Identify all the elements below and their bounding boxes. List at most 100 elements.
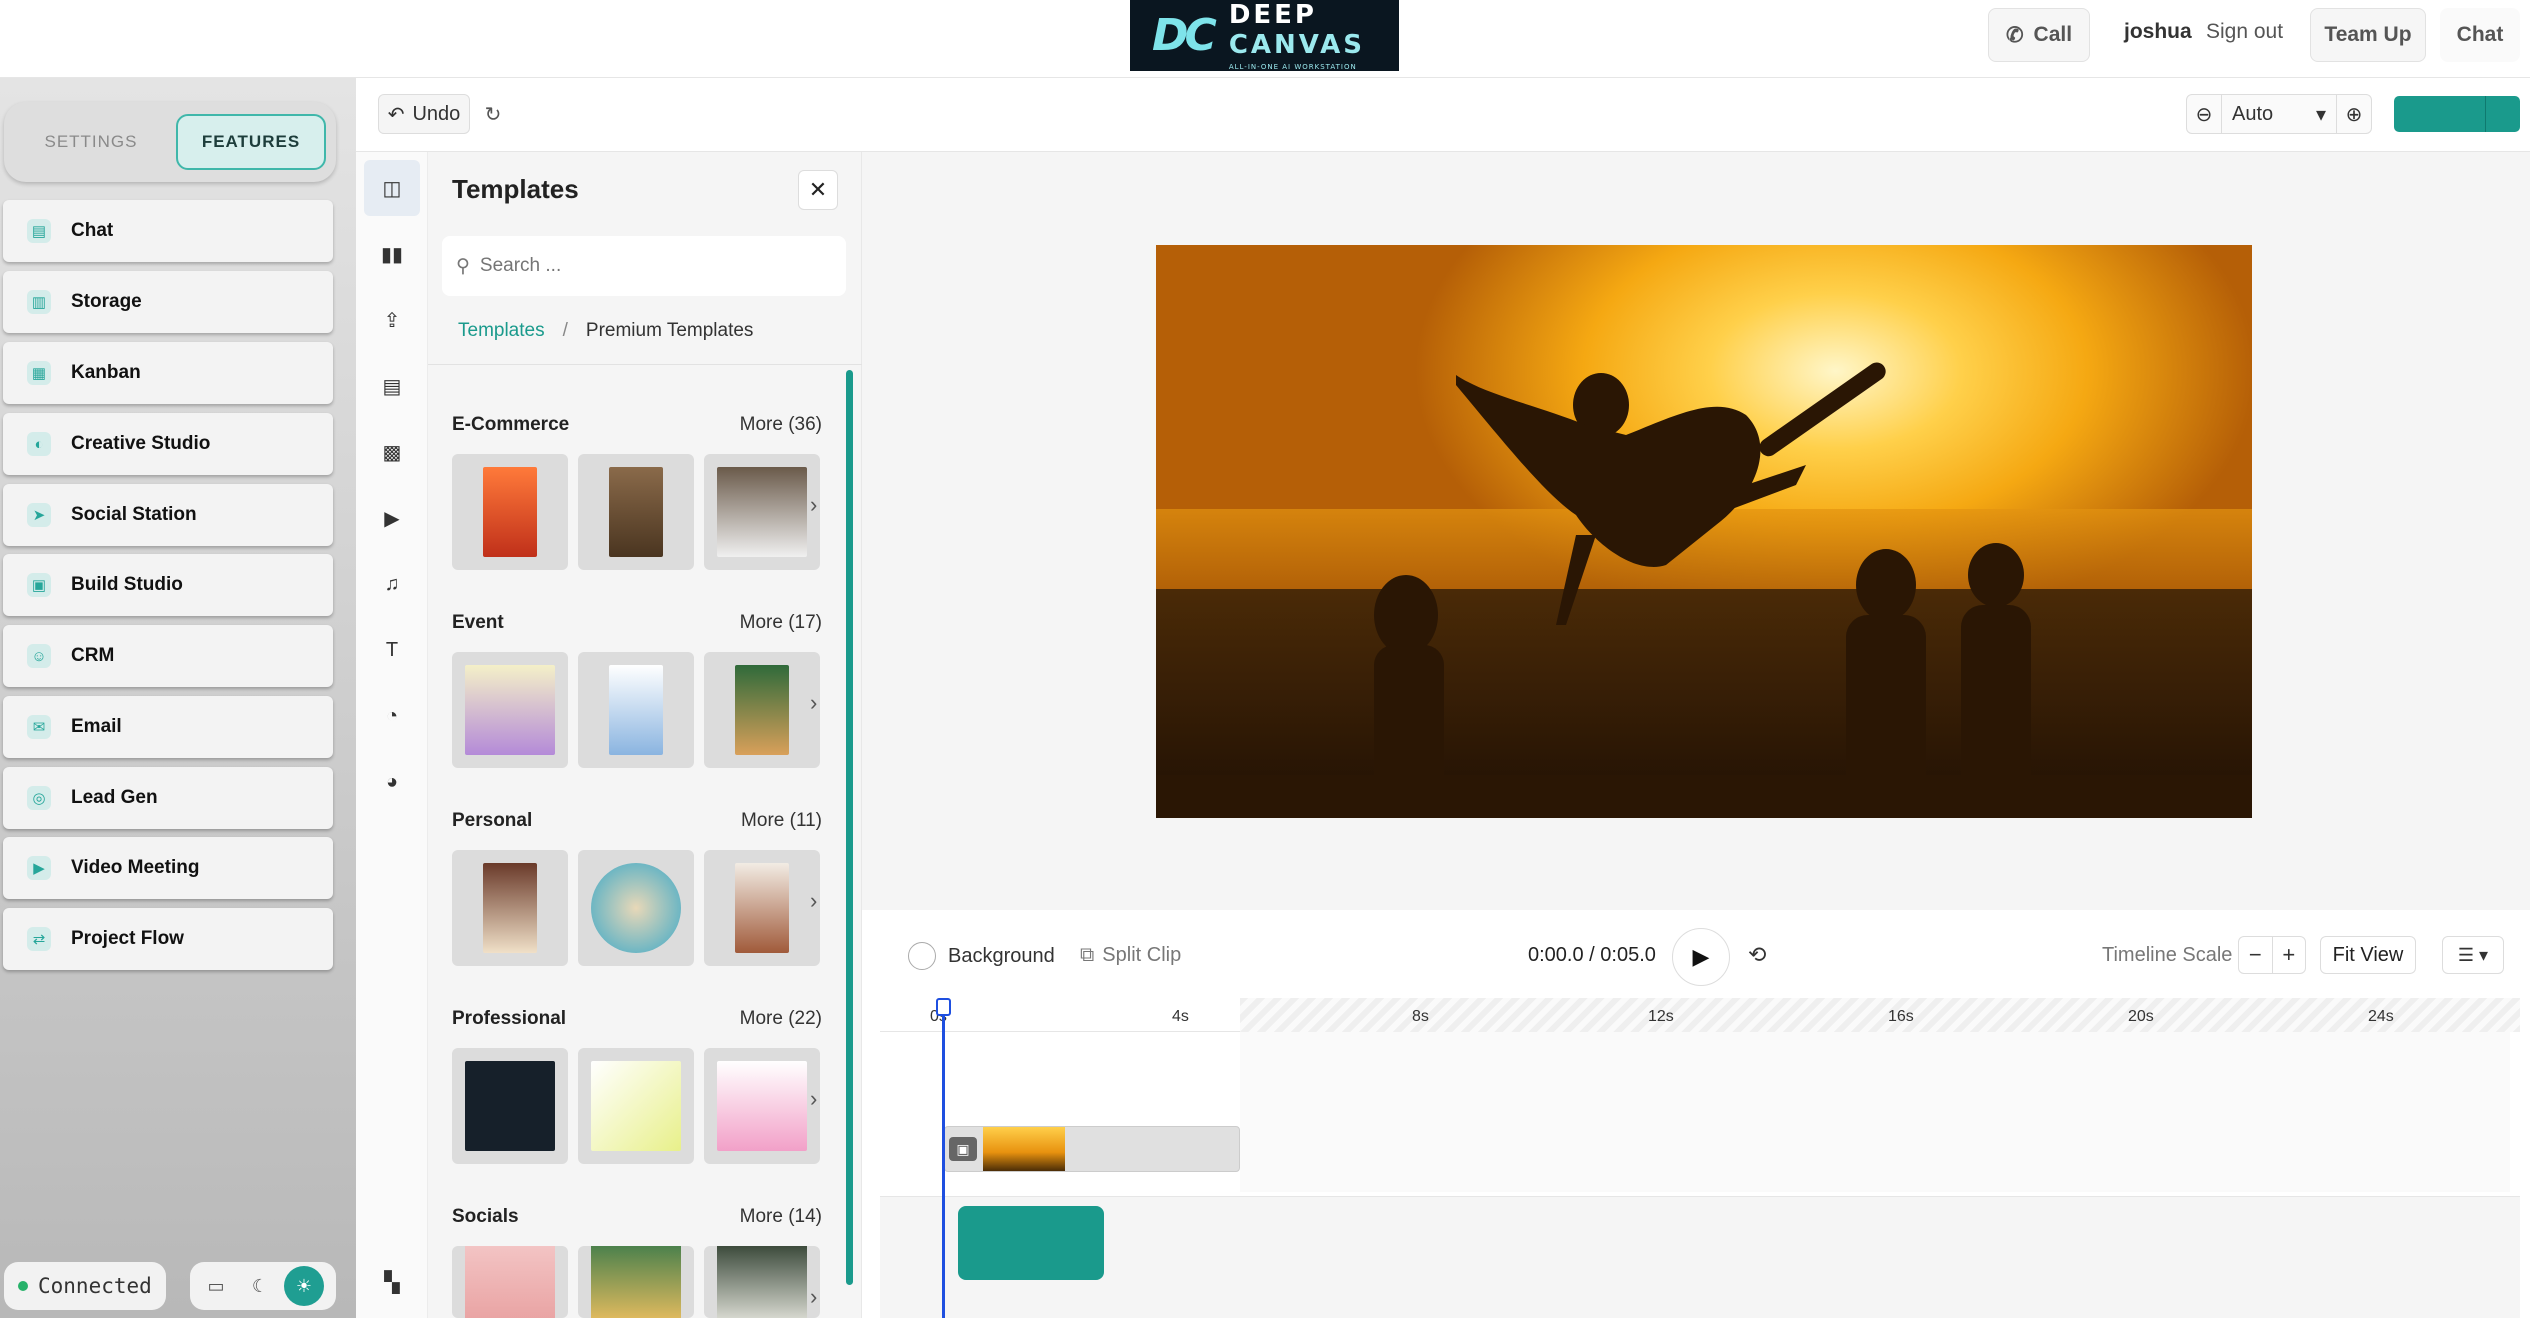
- track-menu-icon[interactable]: ☰ ▾: [2442, 936, 2504, 974]
- tab-settings[interactable]: SETTINGS: [16, 114, 166, 170]
- sun-icon[interactable]: ☀: [284, 1266, 324, 1306]
- playhead-handle[interactable]: [936, 998, 951, 1016]
- templates-panel: Templates ✕ ⚲ Templates / Premium Templa…: [428, 152, 862, 1318]
- canvas-image[interactable]: [1156, 245, 2252, 818]
- audio-clip[interactable]: [958, 1206, 1104, 1280]
- skater-silhouette: [1156, 362, 2252, 818]
- call-button[interactable]: ✆ Call: [1988, 8, 2090, 62]
- category-header: E-Commerce More (36): [452, 414, 822, 436]
- split-clip-button[interactable]: ⧉ Split Clip: [1080, 944, 1181, 967]
- sidebar-item-creative-studio[interactable]: ◐ Creative Studio: [3, 413, 333, 475]
- sidebar-item-lead-gen[interactable]: ◎ Lead Gen: [3, 767, 333, 829]
- template-thumbnail[interactable]: [452, 454, 568, 570]
- more-link[interactable]: More (11): [741, 810, 822, 832]
- background-toggle[interactable]: Background: [908, 942, 1055, 970]
- palette-icon[interactable]: ◕: [364, 754, 420, 810]
- redo-button[interactable]: ↻: [476, 96, 510, 132]
- template-thumbnail[interactable]: [704, 1048, 820, 1164]
- video-icon: ▶: [27, 856, 51, 880]
- breadcrumb-templates[interactable]: Templates: [458, 320, 545, 342]
- users-icon: ☺: [27, 644, 51, 668]
- sidebar-item-video-meeting[interactable]: ▶ Video Meeting: [3, 837, 333, 899]
- plus-icon[interactable]: +: [2273, 937, 2306, 973]
- more-link[interactable]: More (17): [740, 612, 822, 634]
- undo-icon: ↶: [387, 103, 405, 126]
- flow-icon: ⇄: [27, 927, 51, 951]
- app-logo[interactable]: DC DEEP CANVAS ALL-IN-ONE AI WORKSTATION: [1130, 0, 1399, 71]
- shapes-icon[interactable]: ◔: [364, 688, 420, 744]
- library-icon[interactable]: ▮▮: [364, 226, 420, 282]
- chevron-right-icon[interactable]: ›: [810, 1086, 817, 1112]
- image-icon[interactable]: ▩: [364, 424, 420, 480]
- time-ruler[interactable]: 0s 4s 8s 12s 16s 20s 24s: [880, 998, 2520, 1032]
- template-thumbnail[interactable]: [704, 454, 820, 570]
- templates-icon[interactable]: ◫: [364, 160, 420, 216]
- template-thumbnail[interactable]: [578, 1246, 694, 1318]
- play-icon[interactable]: ▶: [1672, 928, 1730, 986]
- tab-features[interactable]: FEATURES: [176, 114, 326, 170]
- sidebar-item-chat[interactable]: ▤ Chat: [3, 200, 333, 262]
- tick-label: 4s: [1172, 1008, 1189, 1025]
- template-thumbnail[interactable]: [704, 850, 820, 966]
- breadcrumb-current: Premium Templates: [585, 320, 754, 341]
- chat-button[interactable]: Chat: [2440, 8, 2520, 62]
- moon-icon[interactable]: ☾: [240, 1266, 280, 1306]
- loop-icon[interactable]: ⟲: [1748, 942, 1766, 968]
- undo-button[interactable]: ↶ Undo: [378, 94, 470, 134]
- sidebar-item-storage[interactable]: ▥ Storage: [3, 271, 333, 333]
- status-dot: [18, 1281, 28, 1291]
- video-clip[interactable]: ▣: [944, 1126, 1240, 1172]
- more-link[interactable]: More (14): [740, 1206, 822, 1228]
- breadcrumb: Templates / Premium Templates: [458, 320, 754, 342]
- playhead[interactable]: [942, 1000, 945, 1318]
- sidebar-item-social-station[interactable]: ➤ Social Station: [3, 484, 333, 546]
- template-thumbnail[interactable]: [704, 652, 820, 768]
- close-icon[interactable]: ✕: [798, 170, 838, 210]
- subtitles-icon[interactable]: ▤: [364, 358, 420, 414]
- template-thumbnail[interactable]: [704, 1246, 820, 1318]
- monitor-icon[interactable]: ▭: [196, 1266, 236, 1306]
- minus-icon[interactable]: −: [2239, 937, 2273, 973]
- tick-label: 24s: [2368, 1008, 2394, 1025]
- storage-icon: ▥: [27, 290, 51, 314]
- video-icon[interactable]: ▶: [364, 490, 420, 546]
- redo-icon: ↻: [484, 103, 502, 126]
- checkbox[interactable]: [908, 942, 936, 970]
- fit-view-button[interactable]: Fit View: [2320, 936, 2416, 974]
- text-icon[interactable]: T: [364, 622, 420, 678]
- zoom-select[interactable]: Auto ▾: [2221, 95, 2337, 133]
- sidebar-item-project-flow[interactable]: ⇄ Project Flow: [3, 908, 333, 970]
- template-thumbnail[interactable]: [578, 1048, 694, 1164]
- sidebar-item-kanban[interactable]: ▦ Kanban: [3, 342, 333, 404]
- apps-icon[interactable]: ▚: [364, 1254, 420, 1310]
- logo-line-2: CANVAS: [1228, 30, 1365, 60]
- team-up-button[interactable]: Team Up: [2310, 8, 2426, 62]
- sidebar-item-build-studio[interactable]: ▣ Build Studio: [3, 554, 333, 616]
- search-input[interactable]: [479, 255, 820, 277]
- template-thumbnail[interactable]: [452, 1246, 568, 1318]
- template-thumbnail[interactable]: [578, 850, 694, 966]
- chevron-right-icon[interactable]: ›: [810, 888, 817, 914]
- tick-label: 8s: [1412, 1008, 1429, 1025]
- theme-switcher: ▭ ☾ ☀: [190, 1262, 336, 1310]
- export-button[interactable]: [2394, 96, 2520, 132]
- more-link[interactable]: More (36): [740, 414, 822, 436]
- palette-icon: ◐: [27, 432, 51, 456]
- template-thumbnail[interactable]: [452, 652, 568, 768]
- chevron-right-icon[interactable]: ›: [810, 492, 817, 518]
- more-link[interactable]: More (22): [740, 1008, 822, 1030]
- zoom-in-icon[interactable]: ⊕: [2337, 95, 2371, 133]
- zoom-out-icon[interactable]: ⊖: [2187, 95, 2221, 133]
- music-icon[interactable]: ♫: [364, 556, 420, 612]
- upload-icon[interactable]: ⇪: [364, 292, 420, 348]
- template-thumbnail[interactable]: [578, 454, 694, 570]
- template-thumbnail[interactable]: [452, 1048, 568, 1164]
- sign-out-link[interactable]: Sign out: [2206, 20, 2283, 44]
- template-thumbnail[interactable]: [578, 652, 694, 768]
- chevron-right-icon[interactable]: ›: [810, 690, 817, 716]
- chevron-right-icon[interactable]: ›: [810, 1284, 817, 1310]
- sidebar-item-crm[interactable]: ☺ CRM: [3, 625, 333, 687]
- scrollbar[interactable]: [846, 370, 853, 1285]
- template-thumbnail[interactable]: [452, 850, 568, 966]
- sidebar-item-email[interactable]: ✉ Email: [3, 696, 333, 758]
